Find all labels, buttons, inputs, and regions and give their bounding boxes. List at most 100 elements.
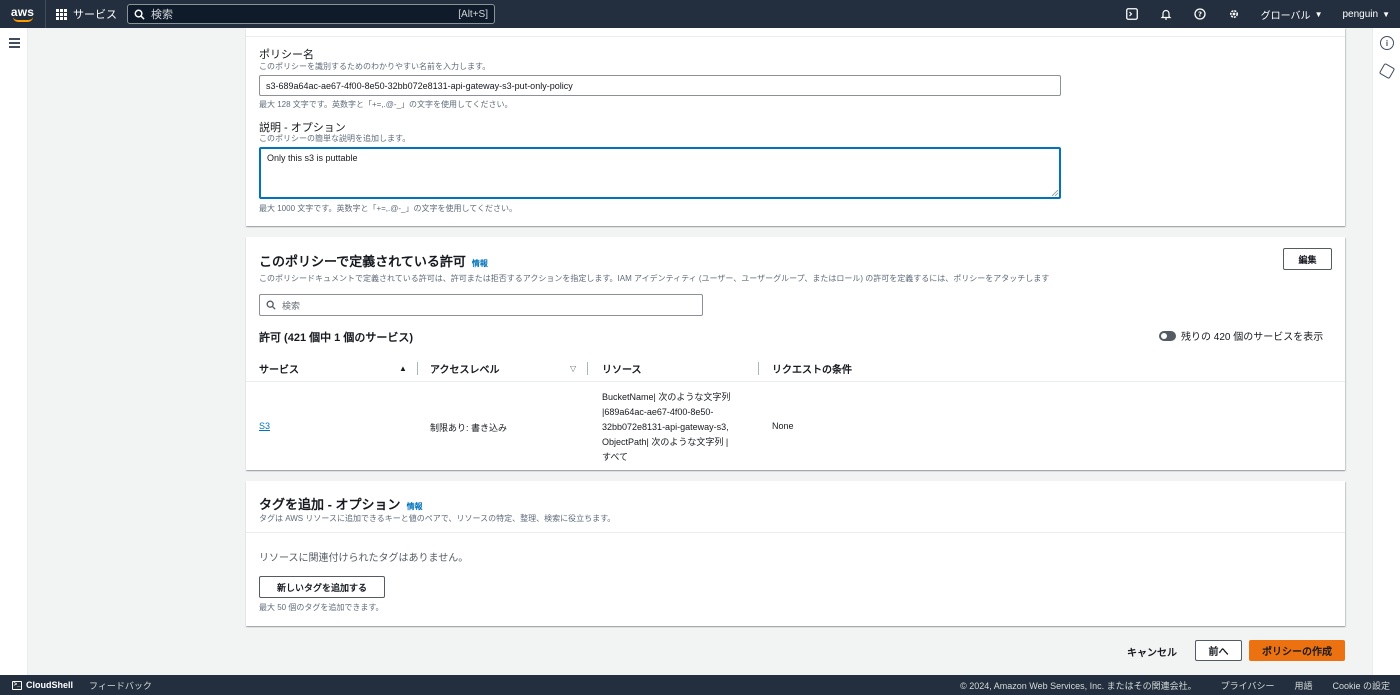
search-shortcut: [Alt+S] (458, 8, 488, 20)
menu-icon[interactable] (9, 38, 20, 50)
column-divider (758, 362, 759, 375)
bell-icon (1160, 9, 1172, 20)
policy-name-input[interactable]: s3-689a64ac-ae67-4f00-8e50-32bb072e8131-… (259, 75, 1061, 96)
permissions-search-placeholder: 検索 (282, 300, 301, 311)
col-access-label: アクセスレベル (430, 365, 500, 376)
permissions-info-link[interactable]: 情報 (472, 258, 488, 269)
col-conditions: リクエストの条件 (772, 355, 852, 382)
toggle-label: 残りの 420 個のサービスを表示 (1181, 332, 1324, 343)
region-selector[interactable]: グローバル ▼ (1251, 7, 1333, 22)
permissions-header: このポリシーで定義されている許可 情報 (259, 251, 488, 270)
copyright-text: © 2024, Amazon Web Services, Inc. またはその関… (960, 680, 1197, 691)
hexagon-icon[interactable] (1378, 62, 1396, 80)
divider (246, 532, 1345, 533)
caret-down-icon: ▼ (1382, 9, 1390, 19)
region-label: グローバル (1260, 10, 1311, 22)
col-service-label: サービス (259, 365, 299, 376)
terminal-icon: >_ (12, 680, 22, 690)
info-panel-icon[interactable]: i (1380, 36, 1394, 50)
policy-details-card: ポリシー名 このポリシーを識別するためのわかりやすい名前を入力します。 s3-6… (246, 28, 1345, 226)
cloudshell-footer-button[interactable]: >_ CloudShell (12, 680, 73, 690)
account-menu[interactable]: penguin ▼ (1332, 9, 1400, 20)
footer: >_ CloudShell フィードバック © 2024, Amazon Web… (0, 675, 1400, 695)
caret-down-icon: ▼ (1314, 9, 1323, 19)
tags-header: タグを追加 - オプション 情報 (259, 494, 423, 513)
aws-smile-icon (12, 17, 33, 22)
description-textarea[interactable]: Only this s3 is puttable (259, 147, 1061, 199)
permissions-description: このポリシードキュメントで定義されている許可は、許可または拒否するアクションを指… (259, 274, 1050, 283)
terms-link[interactable]: 用語 (1294, 679, 1312, 692)
description-hint: 最大 1000 文字です。英数字と「+=,.@-_」の文字を使用してください。 (259, 204, 517, 213)
policy-name-hint: 最大 128 文字です。英数字と「+=,.@-_」の文字を使用してください。 (259, 100, 513, 109)
service-link-s3[interactable]: S3 (259, 421, 270, 431)
previous-button[interactable]: 前へ (1195, 640, 1242, 661)
nav-right-group: ? グローバル ▼ penguin ▼ (1115, 0, 1400, 28)
col-service[interactable]: サービス ▲ (259, 355, 409, 382)
access-level-value: 制限あり: 書き込み (430, 423, 508, 433)
terminal-icon (1125, 8, 1138, 20)
cloudshell-button[interactable] (1115, 0, 1149, 28)
global-search-input[interactable]: 検索 [Alt+S] (127, 4, 495, 24)
show-remaining-toggle[interactable]: 残りの 420 個のサービスを表示 (1159, 328, 1323, 343)
top-nav: aws サービス 検索 [Alt+S] ? グローバル ▼ penguin ▼ (0, 0, 1400, 28)
left-rail (0, 28, 28, 675)
tags-description: タグは AWS リソースに追加できるキーと値のペアで、リソースの特定、整理、検索… (259, 514, 616, 523)
resize-handle-icon (1052, 190, 1058, 196)
aws-logo[interactable]: aws (0, 0, 46, 28)
tags-title: タグを追加 - オプション (259, 497, 401, 512)
condition-value: None (772, 421, 794, 431)
global-search-placeholder: 検索 (151, 9, 173, 21)
services-menu-button[interactable]: サービス (46, 0, 127, 28)
resource-line: |689a64ac-ae67-4f00-8e50- (602, 407, 714, 417)
create-policy-button[interactable]: ポリシーの作成 (1249, 640, 1345, 661)
search-icon (134, 9, 145, 20)
notifications-button[interactable] (1149, 0, 1183, 28)
services-label: サービス (73, 9, 117, 21)
description-value: Only this s3 is puttable (267, 153, 358, 163)
cancel-button[interactable]: キャンセル (1127, 644, 1177, 659)
cookie-settings-link[interactable]: Cookie の設定 (1332, 679, 1390, 692)
gear-icon (1229, 9, 1238, 19)
toggle-switch[interactable] (1159, 330, 1176, 341)
resource-line: すべて (602, 452, 629, 462)
description-description: このポリシーの簡単な説明を追加します。 (259, 134, 411, 143)
col-resource: リソース (602, 355, 642, 382)
add-tag-button[interactable]: 新しいタグを追加する (259, 576, 385, 598)
resource-line: BucketName| 次のような文字列 (602, 392, 731, 402)
col-access-level[interactable]: アクセスレベル ▽ (430, 355, 580, 382)
policy-name-description: このポリシーを識別するためのわかりやすい名前を入力します。 (259, 62, 491, 71)
feedback-link[interactable]: フィードバック (89, 679, 152, 692)
column-divider (587, 362, 588, 375)
permissions-card: このポリシーで定義されている許可 情報 このポリシードキュメントで定義されている… (246, 237, 1345, 470)
resource-line: ObjectPath| 次のような文字列 | (602, 437, 729, 447)
col-resource-label: リソース (602, 365, 642, 376)
grid-icon (56, 8, 67, 20)
tags-empty-text: リソースに関連付けられたタグはありません。 (259, 553, 469, 564)
privacy-link[interactable]: プライバシー (1221, 679, 1275, 692)
tags-info-link[interactable]: 情報 (407, 501, 423, 512)
right-rail: i (1372, 28, 1400, 675)
sort-icon: ▽ (570, 364, 577, 373)
card-top-edge (246, 28, 1345, 37)
permissions-count: 許可 (421 個中 1 個のサービス) (259, 332, 414, 344)
edit-button[interactable]: 編集 (1283, 248, 1332, 270)
tags-hint: 最大 50 個のタグを追加できます。 (259, 603, 384, 612)
resource-line: 32bb072e8131-api-gateway-s3, (602, 422, 729, 432)
col-conditions-label: リクエストの条件 (772, 365, 852, 376)
tags-card: タグを追加 - オプション 情報 タグは AWS リソースに追加できるキーと値の… (246, 481, 1345, 626)
resource-value: BucketName| 次のような文字列 |689a64ac-ae67-4f00… (602, 390, 730, 465)
permissions-search-input[interactable]: 検索 (259, 294, 703, 316)
permissions-title: このポリシーで定義されている許可 (259, 254, 466, 269)
sort-ascending-icon: ▲ (399, 364, 407, 373)
column-divider (417, 362, 418, 375)
table-row: S3 制限あり: 書き込み BucketName| 次のような文字列 |689a… (246, 383, 1345, 469)
user-name: penguin (1342, 8, 1379, 20)
help-icon: ? (1194, 8, 1206, 20)
help-button[interactable]: ? (1183, 0, 1217, 28)
search-icon (266, 300, 276, 310)
cloudshell-label: CloudShell (26, 680, 73, 690)
settings-button[interactable] (1217, 0, 1251, 28)
permissions-table-header: サービス ▲ アクセスレベル ▽ リソース リクエストの条件 (246, 355, 1345, 382)
svg-text:?: ? (1198, 11, 1202, 19)
policy-name-label: ポリシー名 (259, 49, 314, 61)
